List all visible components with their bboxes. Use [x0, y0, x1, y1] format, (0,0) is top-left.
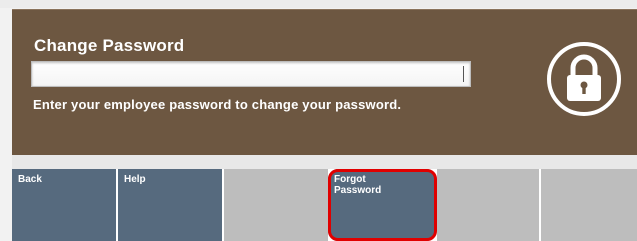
empty-button-6	[541, 169, 637, 241]
empty-button-3	[224, 169, 330, 241]
panel-title: Change Password	[34, 36, 185, 55]
back-button-label: Back	[18, 174, 42, 185]
back-button[interactable]: Back	[12, 169, 118, 241]
lock-icon	[547, 42, 621, 116]
forgot-password-button-label: Forgot Password	[334, 174, 382, 196]
password-input[interactable]	[31, 61, 471, 87]
empty-button-5	[437, 169, 541, 241]
top-strip	[0, 0, 637, 8]
forgot-password-button[interactable]: Forgot Password	[328, 169, 437, 241]
help-button[interactable]: Help	[118, 169, 224, 241]
action-button-bar: Back Help Forgot Password	[12, 169, 637, 241]
instruction-text: Enter your employee password to change y…	[33, 97, 402, 112]
text-caret	[463, 66, 464, 82]
change-password-screen: Change Password Enter your employee pass…	[0, 0, 637, 241]
button-bar-gap	[12, 155, 637, 169]
change-password-panel: Change Password Enter your employee pass…	[12, 9, 637, 156]
help-button-label: Help	[124, 174, 146, 185]
